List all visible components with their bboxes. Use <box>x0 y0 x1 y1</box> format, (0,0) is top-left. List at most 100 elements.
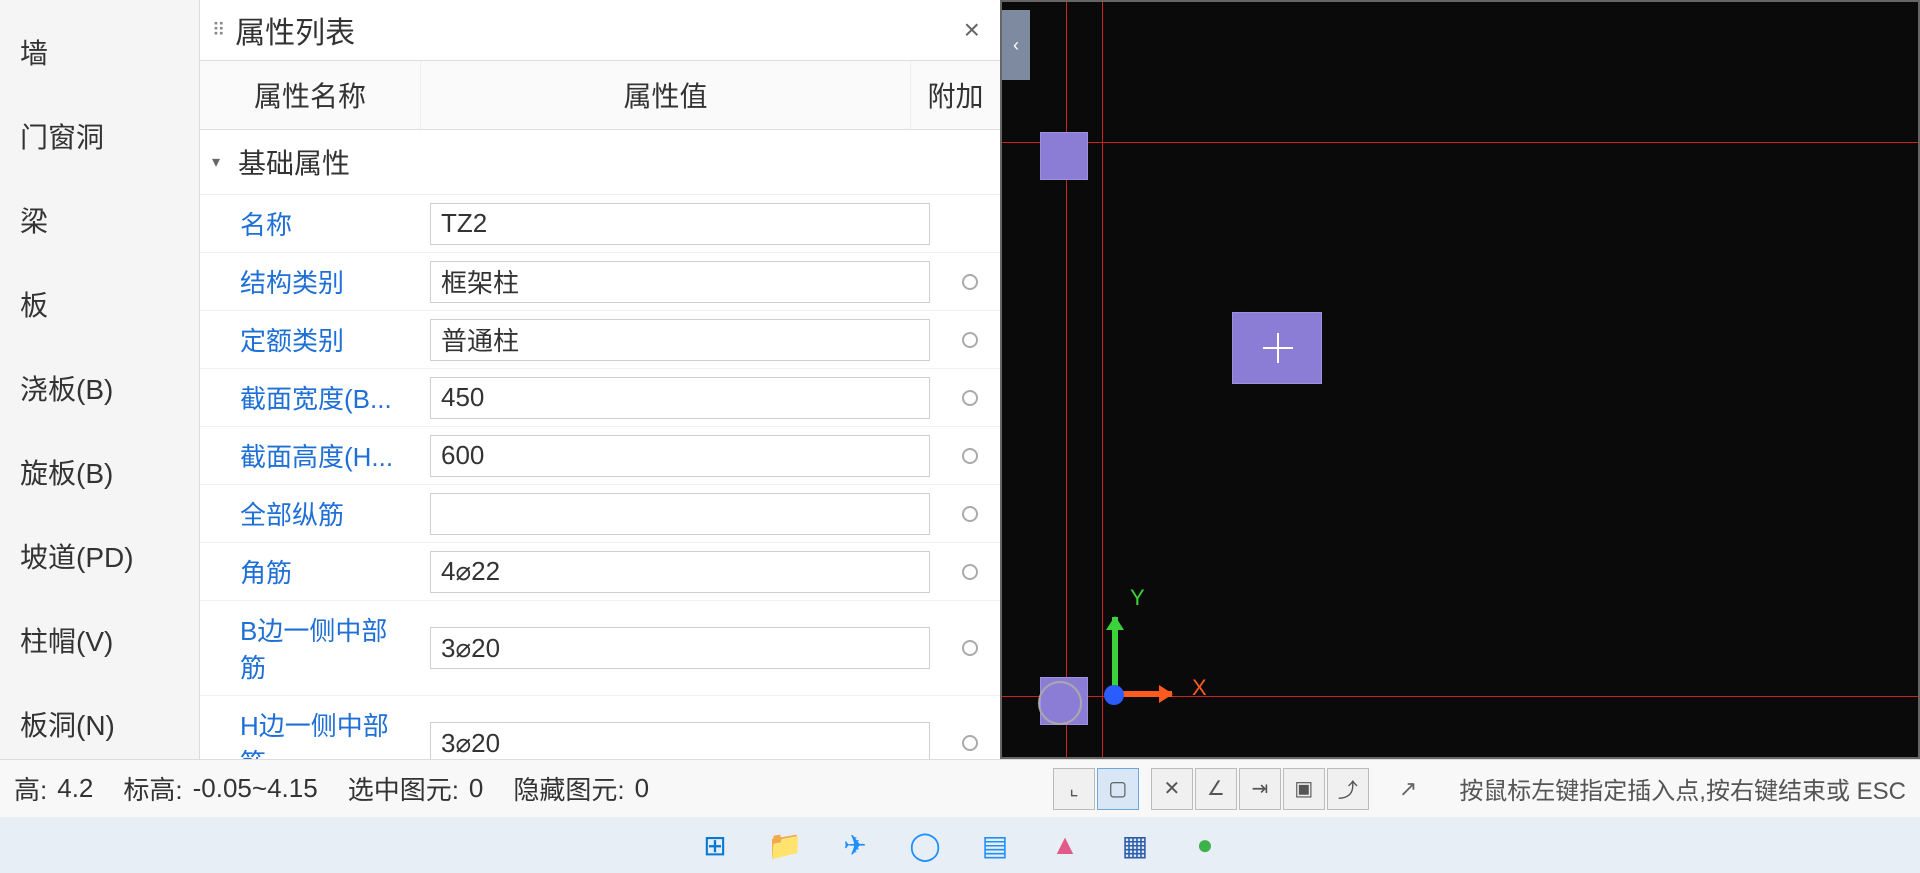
property-name: 截面宽度(B... <box>200 369 420 426</box>
property-extra[interactable] <box>940 274 1000 290</box>
column-insert-preview[interactable] <box>1232 312 1322 384</box>
property-value-input[interactable] <box>430 261 930 303</box>
app-icon-3[interactable]: ▤ <box>974 824 1016 866</box>
property-extra[interactable] <box>940 448 1000 464</box>
property-value-input[interactable] <box>430 203 930 245</box>
height-value: 4.2 <box>57 773 93 804</box>
app-icon-1[interactable]: ✈ <box>834 824 876 866</box>
property-name: 截面高度(H... <box>200 427 420 484</box>
grid-line <box>1066 2 1067 757</box>
radio-icon[interactable] <box>962 448 978 464</box>
properties-panel: ⠿ 属性列表 × 属性名称 属性值 附加 ▾ 基础属性 名称结构类别定额类别截面… <box>200 0 1000 759</box>
property-extra[interactable] <box>940 735 1000 751</box>
properties-rows: 名称结构类别定额类别截面宽度(B...截面高度(H...全部纵筋角筋B边一侧中部… <box>200 195 1000 759</box>
radio-icon[interactable] <box>962 564 978 580</box>
property-name: 名称 <box>200 195 420 252</box>
tool-angle[interactable]: ∠ <box>1195 768 1237 810</box>
category-sidebar: 墙 门窗洞 梁 板 浇板(B) 旋板(B) 坡道(PD) 柱帽(V) 板洞(N)… <box>0 0 200 759</box>
sidebar-item-wall[interactable]: 墙 <box>0 10 199 94</box>
radio-icon[interactable] <box>962 332 978 348</box>
expand-hint-icon[interactable]: ↗ <box>1399 776 1417 802</box>
property-value-input[interactable] <box>430 627 930 669</box>
property-row: 截面宽度(B... <box>200 369 1000 427</box>
property-name: H边一侧中部筋 <box>200 696 420 759</box>
col-header-name: 属性名称 <box>200 61 420 129</box>
property-value-input[interactable] <box>430 377 930 419</box>
height-label: 高: <box>14 770 47 807</box>
property-name: 定额类别 <box>200 311 420 368</box>
expand-arrow-icon: ▾ <box>212 152 232 172</box>
level-value: -0.05~4.15 <box>193 773 318 804</box>
y-axis-label: Y <box>1130 585 1145 611</box>
level-label: 标高: <box>123 770 182 807</box>
property-row: 结构类别 <box>200 253 1000 311</box>
grid-line <box>1102 2 1103 757</box>
property-value-input[interactable] <box>430 319 930 361</box>
radio-icon[interactable] <box>962 735 978 751</box>
ucs-origin-icon <box>1104 685 1124 705</box>
drawing-canvas[interactable]: ‹ Y X <box>1000 0 1920 759</box>
property-name: 全部纵筋 <box>200 485 420 542</box>
properties-table-header: 属性名称 属性值 附加 <box>200 61 1000 130</box>
app-icon-5[interactable]: ▦ <box>1114 824 1156 866</box>
property-extra[interactable] <box>940 332 1000 348</box>
close-icon[interactable]: × <box>956 14 988 46</box>
property-value-input[interactable] <box>430 551 930 593</box>
col-header-value: 属性值 <box>420 61 910 129</box>
origin-marker <box>1038 681 1082 725</box>
sidebar-item-opening[interactable]: 门窗洞 <box>0 94 199 178</box>
property-name: 角筋 <box>200 543 420 600</box>
property-value-input[interactable] <box>430 493 930 535</box>
col-header-extra: 附加 <box>910 61 1000 129</box>
property-extra[interactable] <box>940 390 1000 406</box>
command-hint: 按鼠标左键指定插入点,按右键结束或 ESC <box>1459 771 1906 806</box>
column-element[interactable] <box>1040 132 1088 180</box>
radio-icon[interactable] <box>962 640 978 656</box>
hidden-label: 隐藏图元: <box>513 770 624 807</box>
section-title: 基础属性 <box>238 142 350 182</box>
radio-icon[interactable] <box>962 506 978 522</box>
property-row: 角筋 <box>200 543 1000 601</box>
property-row: B边一侧中部筋 <box>200 601 1000 696</box>
property-row: H边一侧中部筋 <box>200 696 1000 759</box>
property-extra[interactable] <box>940 564 1000 580</box>
grid-line <box>1002 142 1918 143</box>
sidebar-item-beam[interactable]: 梁 <box>0 178 199 262</box>
tool-arc[interactable]: ⤴ <box>1327 768 1369 810</box>
property-name: B边一侧中部筋 <box>200 601 420 695</box>
sidebar-item-slab[interactable]: 板 <box>0 262 199 346</box>
explorer-icon[interactable]: 📁 <box>764 824 806 866</box>
radio-icon[interactable] <box>962 274 978 290</box>
tool-delete[interactable]: ✕ <box>1151 768 1193 810</box>
crosshair-icon <box>1263 333 1293 363</box>
property-row: 截面高度(H... <box>200 427 1000 485</box>
property-extra[interactable] <box>940 506 1000 522</box>
property-extra[interactable] <box>940 640 1000 656</box>
app-icon-6[interactable]: ● <box>1184 824 1226 866</box>
hidden-value: 0 <box>635 773 649 804</box>
tool-display[interactable]: ▣ <box>1283 768 1325 810</box>
sidebar-item-cap[interactable]: 柱帽(V) <box>0 598 199 682</box>
start-icon[interactable]: ⊞ <box>694 824 736 866</box>
property-value-input[interactable] <box>430 435 930 477</box>
sidebar-item-cast-slab[interactable]: 浇板(B) <box>0 346 199 430</box>
sidebar-item-slab-hole[interactable]: 板洞(N) <box>0 682 199 759</box>
property-row: 全部纵筋 <box>200 485 1000 543</box>
x-axis-label: X <box>1192 675 1207 701</box>
app-icon-4[interactable]: ▲ <box>1044 824 1086 866</box>
app-icon-2[interactable]: ◯ <box>904 824 946 866</box>
selected-value: 0 <box>469 773 483 804</box>
property-value-input[interactable] <box>430 722 930 759</box>
tool-rect[interactable]: ▢ <box>1097 768 1139 810</box>
status-bar: 高: 4.2 标高: -0.05~4.15 选中图元: 0 隐藏图元: 0 ⌞ … <box>0 759 1920 817</box>
radio-icon[interactable] <box>962 390 978 406</box>
drag-handle-icon[interactable]: ⠿ <box>212 20 225 41</box>
tool-offset[interactable]: ⇥ <box>1239 768 1281 810</box>
collapse-tab[interactable]: ‹ <box>1002 10 1030 80</box>
sidebar-item-ramp[interactable]: 坡道(PD) <box>0 514 199 598</box>
section-basic-properties[interactable]: ▾ 基础属性 <box>200 130 1000 195</box>
tool-ortho[interactable]: ⌞ <box>1053 768 1095 810</box>
sidebar-item-rotate-slab[interactable]: 旋板(B) <box>0 430 199 514</box>
property-row: 名称 <box>200 195 1000 253</box>
property-row: 定额类别 <box>200 311 1000 369</box>
